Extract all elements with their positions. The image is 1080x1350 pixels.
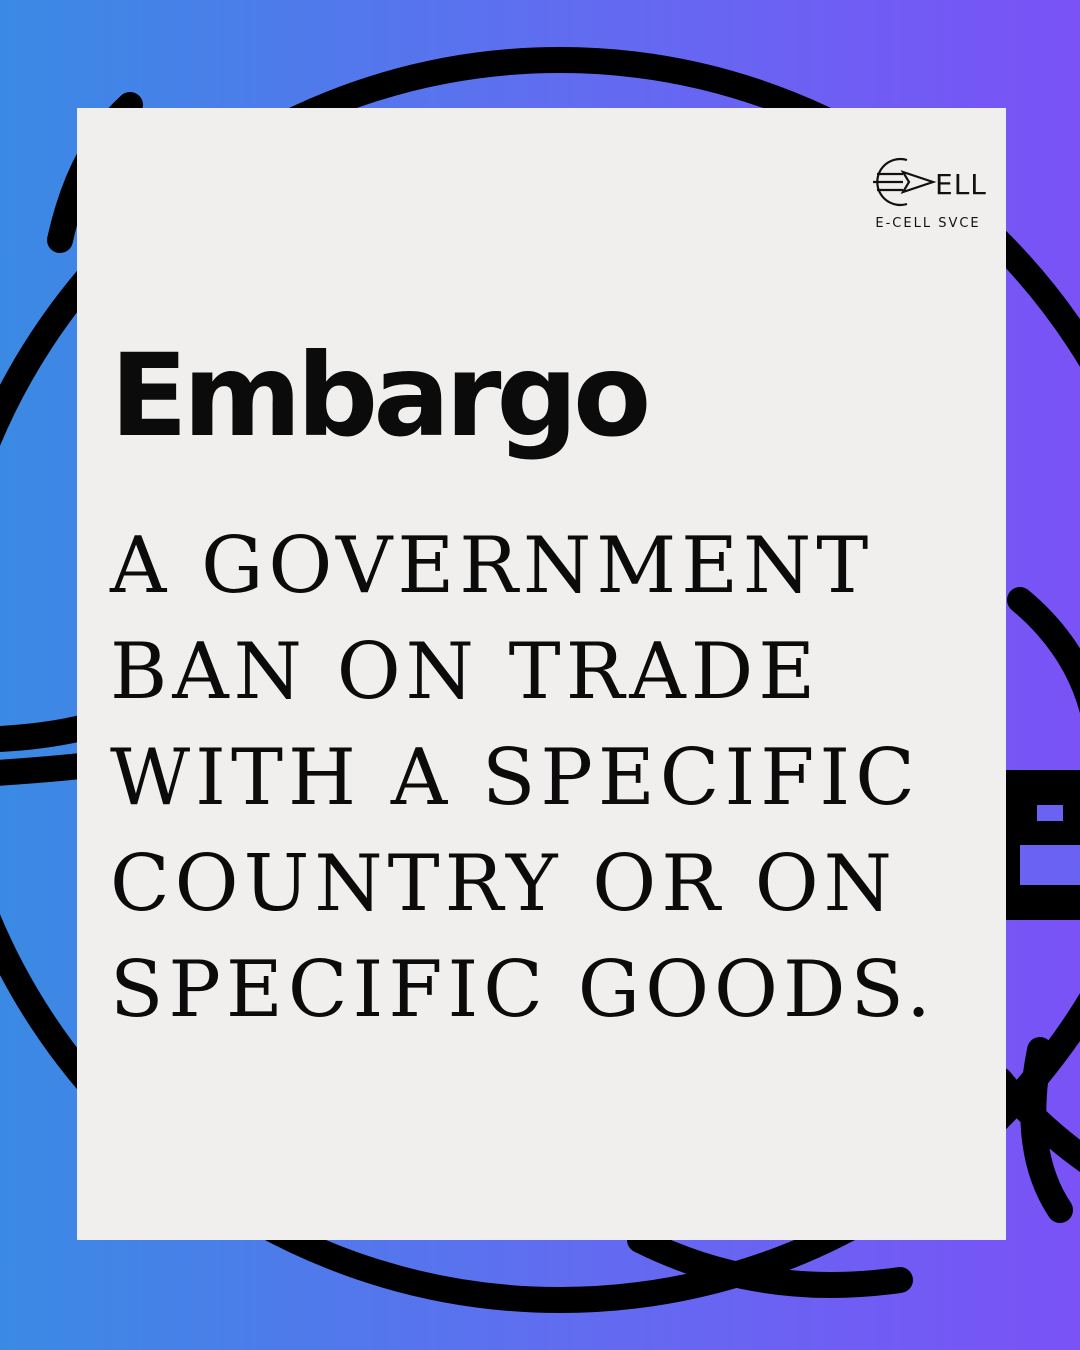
- logo-wordmark: ELL: [935, 168, 987, 201]
- paper-plane-icon: ELL: [873, 157, 987, 207]
- term-heading: Embargo: [110, 329, 651, 462]
- logo-caption: E-CELL SVCE: [875, 216, 981, 231]
- definition-text: A GOVERNMENT BAN ON TRADE WITH A SPECIFI…: [110, 521, 936, 1035]
- ecell-logo: ELL E-CELL SVCE: [863, 152, 993, 236]
- definition-card: ELL E-CELL SVCE Embargo A GOVERNMENT BAN…: [77, 108, 1006, 1240]
